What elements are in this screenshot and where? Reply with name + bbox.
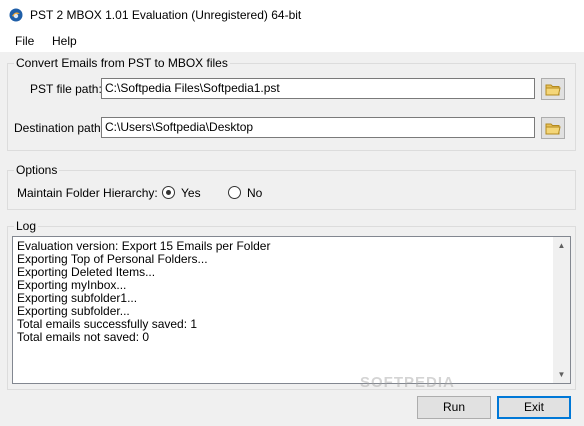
hierarchy-no-label: No [247,186,263,200]
browse-destination-button[interactable] [541,117,565,139]
hierarchy-yes-radio[interactable] [162,186,175,199]
menu-help[interactable]: Help [52,34,77,48]
pst-path-input[interactable]: C:\Softpedia Files\Softpedia1.pst [101,78,535,99]
hierarchy-no-radio[interactable] [228,186,241,199]
destination-path-input[interactable]: C:\Users\Softpedia\Desktop [101,117,535,138]
menu-file[interactable]: File [15,34,34,48]
destination-path-label: Destination path: [14,121,105,135]
browse-pst-button[interactable] [541,78,565,100]
exit-button[interactable]: Exit [497,396,571,419]
window-title: PST 2 MBOX 1.01 Evaluation (Unregistered… [30,8,302,22]
scroll-down-arrow-icon[interactable]: ▼ [553,366,570,383]
folder-icon [545,84,561,95]
log-textarea[interactable]: Evaluation version: Export 15 Emails per… [12,236,571,384]
thunderbird-app-icon [9,8,23,22]
log-group-title: Log [14,219,39,233]
run-button[interactable]: Run [417,396,491,419]
folder-hierarchy-label: Maintain Folder Hierarchy: [17,186,158,200]
hierarchy-yes-label: Yes [181,186,201,200]
folder-icon [545,123,561,134]
convert-group-title: Convert Emails from PST to MBOX files [14,56,230,70]
log-scrollbar[interactable]: ▲ ▼ [553,237,570,383]
log-line: Total emails not saved: 0 [17,330,150,344]
log-lines: Evaluation version: Export 15 Emails per… [17,240,270,344]
options-group-title: Options [14,163,60,177]
menu-bar: File Help [0,30,584,52]
title-bar: PST 2 MBOX 1.01 Evaluation (Unregistered… [0,0,584,30]
pst-path-label: PST file path: [30,82,102,96]
scroll-up-arrow-icon[interactable]: ▲ [553,237,570,254]
watermark: SOFTPEDIA [360,374,455,391]
